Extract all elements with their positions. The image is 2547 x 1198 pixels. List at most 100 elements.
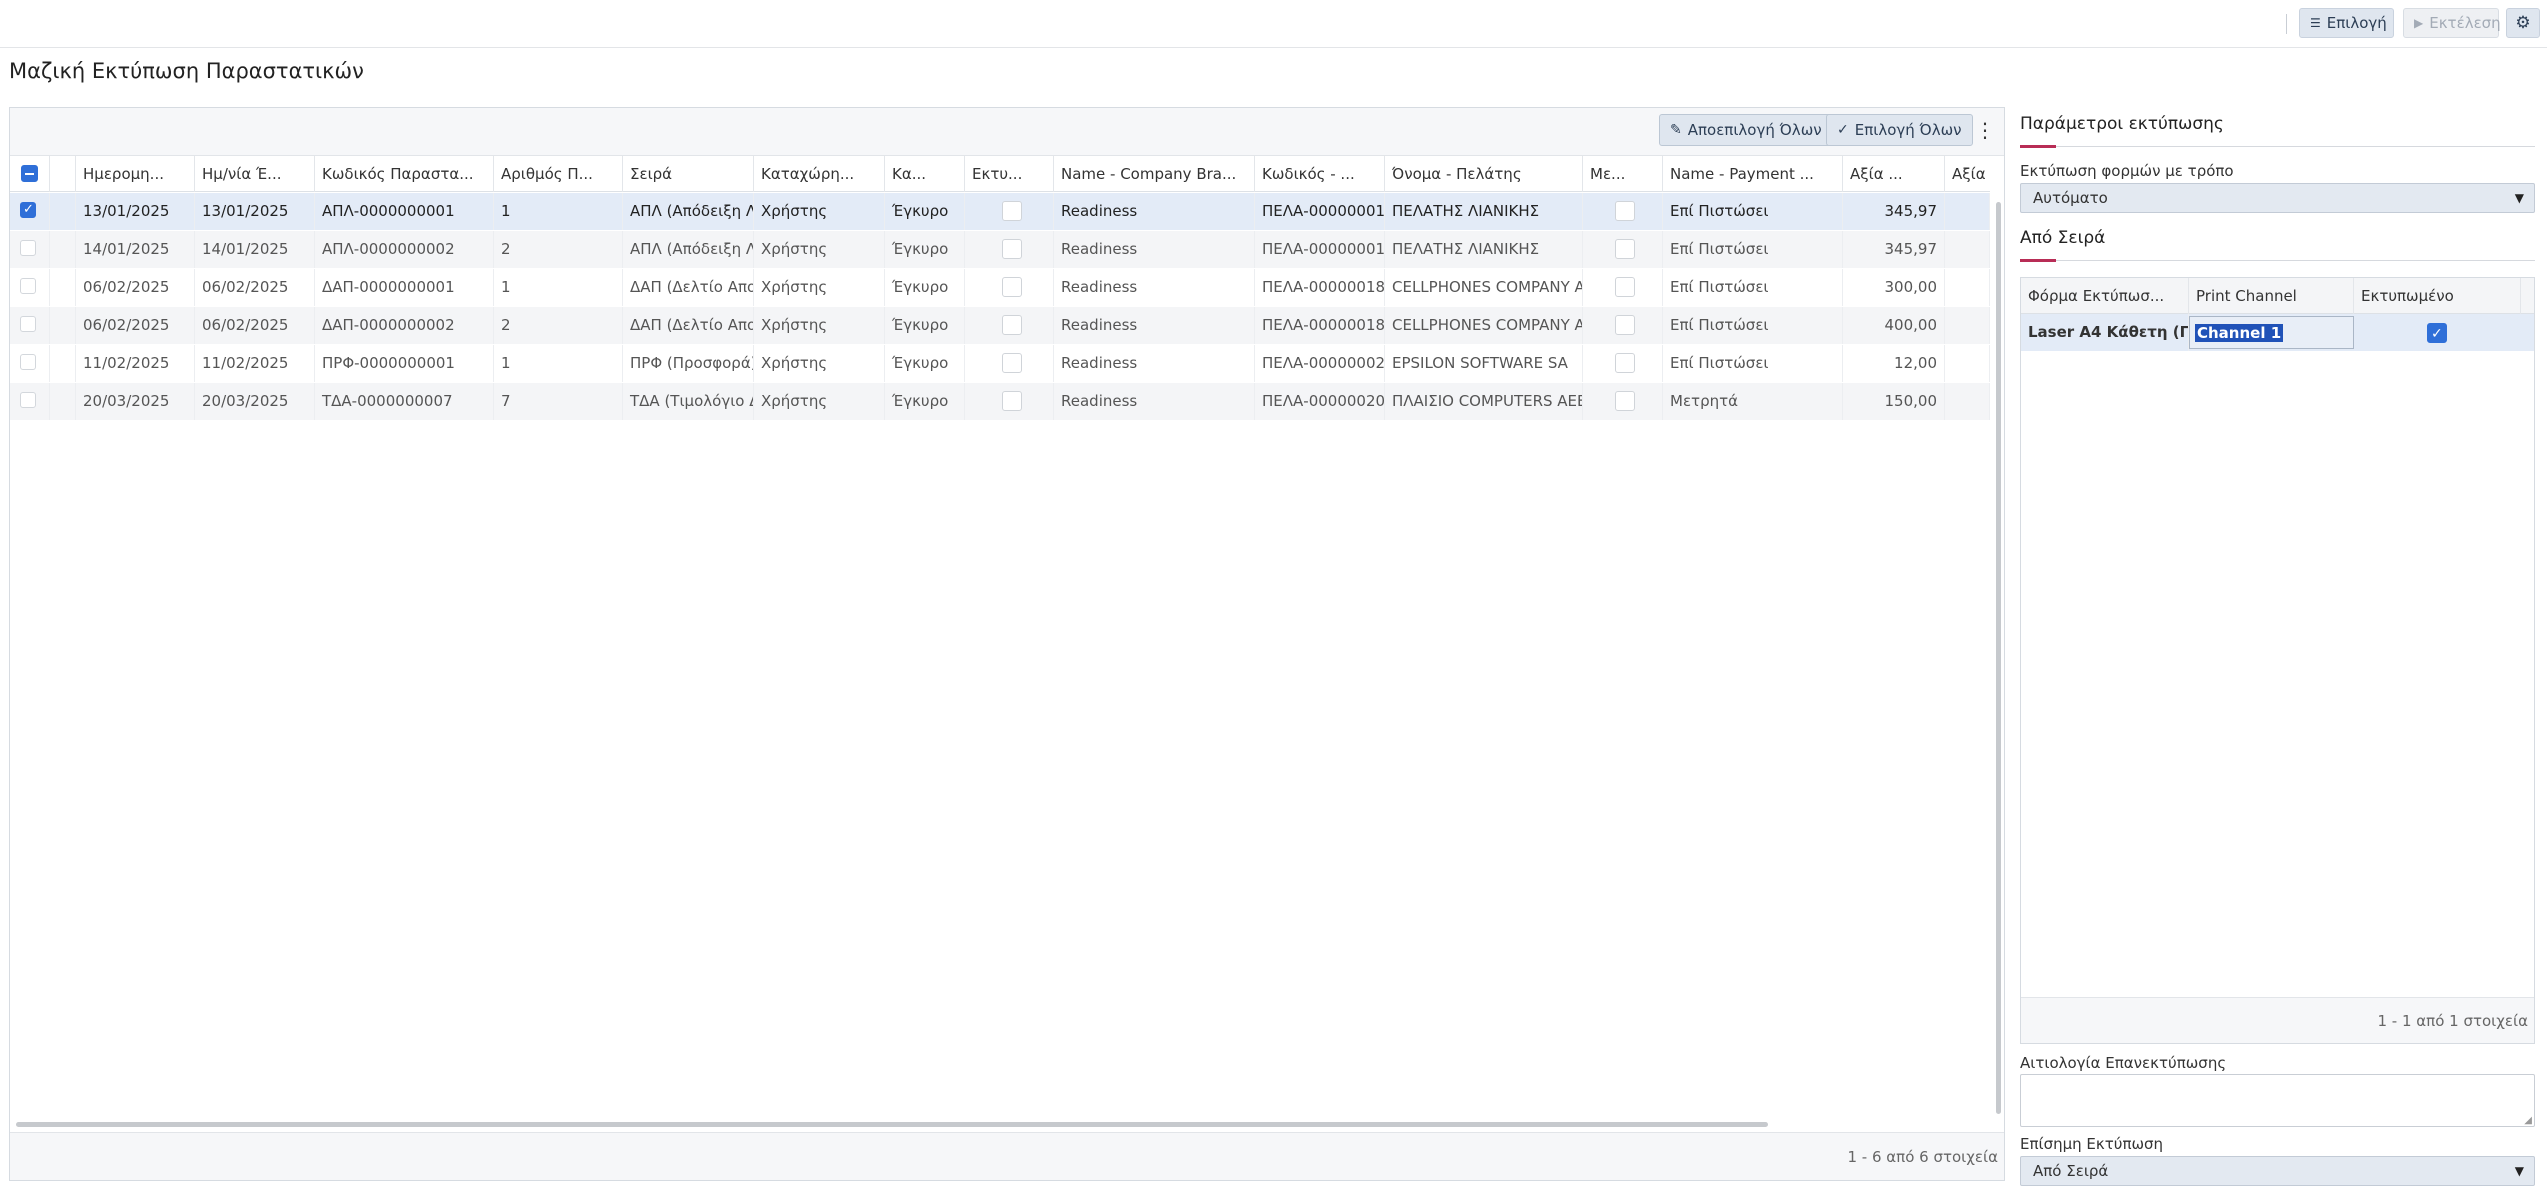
row-select-cell[interactable]: ✓ (10, 193, 50, 230)
brand-cell: Readiness (1054, 231, 1255, 268)
printed-checkbox[interactable]: ✓ (2427, 323, 2447, 343)
bool-checkbox[interactable] (1615, 239, 1635, 259)
row-select-cell[interactable] (10, 307, 50, 344)
column-header[interactable]: Κα... (885, 156, 965, 192)
customer-cell: CELLPHONES COMPANY AE (1385, 269, 1583, 306)
bool-checkbox[interactable] (1615, 353, 1635, 373)
column-header[interactable]: Φόρμα Εκτύπωσ... (2021, 278, 2189, 314)
bool-checkbox[interactable] (1002, 201, 1022, 221)
select-action-button[interactable]: ☰ Επιλογή (2299, 8, 2394, 38)
bool-checkbox[interactable] (1002, 239, 1022, 259)
row-select-cell[interactable] (10, 231, 50, 268)
customer-code-cell: ΠΕΛΑ-00000001 (1255, 193, 1385, 230)
table-row[interactable]: ✓ 13/01/2025 13/01/2025 ΑΠΛ-0000000001 1 ΑΠΛ … (10, 193, 1990, 230)
column-header[interactable]: Καταχώρη... (754, 156, 885, 192)
row-checkbox[interactable] (20, 354, 36, 370)
printed-cell (965, 269, 1054, 306)
select-all-checkbox[interactable] (21, 165, 38, 182)
row-select-cell[interactable] (10, 345, 50, 382)
bool-checkbox[interactable] (1002, 391, 1022, 411)
sub-grid-footer: 1 - 1 από 1 στοιχεία (2021, 997, 2534, 1043)
column-header[interactable]: Name - Company Bra... (1054, 156, 1255, 192)
row-checkbox[interactable] (20, 278, 36, 294)
select-all-button[interactable]: ✓ Επιλογή Όλων (1826, 114, 1973, 146)
horizontal-scrollbar[interactable] (16, 1122, 1768, 1127)
media-cell (1583, 383, 1663, 420)
value-cell: 345,97 (1843, 193, 1945, 230)
bool-checkbox[interactable] (1002, 315, 1022, 335)
table-row[interactable]: 20/03/2025 20/03/2025 ΤΔΑ-0000000007 7 ΤΔΑ (… (10, 383, 1990, 420)
reprint-reason-textarea[interactable]: ◢ (2020, 1074, 2535, 1127)
payment-cell: Επί Πιστώσει (1663, 307, 1843, 344)
row-select-cell[interactable] (10, 383, 50, 420)
column-header[interactable]: Name - Payment ... (1663, 156, 1843, 192)
column-header[interactable]: Ημ/νία Έ... (195, 156, 315, 192)
table-row[interactable]: Laser A4 Κάθετη (Ποσότητα) Channel 1 ✓ (2021, 314, 2534, 351)
print-mode-label: Εκτύπωση φορμών με τρόπο (2020, 162, 2234, 180)
column-header[interactable]: Print Channel (2189, 278, 2354, 314)
table-row[interactable]: 14/01/2025 14/01/2025 ΑΠΛ-0000000002 2 ΑΠΛ (… (10, 231, 1990, 268)
print-mode-select[interactable]: Αυτόματο ▼ (2020, 183, 2535, 213)
run-button[interactable]: ▶ Εκτέλεση (2403, 8, 2501, 38)
series-cell: ΔΑΠ (Δελτίο Αποστολής) (623, 307, 754, 344)
bool-checkbox[interactable] (1615, 391, 1635, 411)
header-select-all-cell[interactable] (10, 156, 50, 192)
column-header[interactable]: Αξία (1945, 156, 1990, 192)
top-toolbar: ☰ Επιλογή ▶ Εκτέλεση ⚙ (0, 0, 2547, 48)
official-print-select[interactable]: Από Σειρά ▼ (2020, 1156, 2535, 1186)
table-row[interactable]: 06/02/2025 06/02/2025 ΔΑΠ-0000000001 1 ΔΑΠ (… (10, 269, 1990, 306)
row-checkbox[interactable]: ✓ (20, 202, 36, 218)
bool-checkbox[interactable] (1002, 353, 1022, 373)
bool-checkbox[interactable] (1615, 277, 1635, 297)
issue-date-cell: 20/03/2025 (195, 383, 315, 420)
column-header[interactable]: Ημερομη... (76, 156, 195, 192)
table-row[interactable]: 06/02/2025 06/02/2025 ΔΑΠ-0000000002 2 ΔΑΠ (… (10, 307, 1990, 344)
customer-cell: ΠΕΛΑΤΗΣ ΛΙΑΝΙΚΗΣ (1385, 231, 1583, 268)
column-header[interactable]: Εκτυπωμένο (2354, 278, 2521, 314)
grid-item-count: 1 - 6 από 6 στοιχεία (1847, 1148, 1998, 1166)
vertical-scrollbar[interactable] (1996, 202, 2001, 1114)
resize-handle-icon[interactable]: ◢ (2524, 1115, 2532, 1126)
gear-icon: ⚙ (2515, 13, 2531, 33)
column-header[interactable]: Όνομα - Πελάτης (1385, 156, 1583, 192)
number-cell: 1 (494, 193, 623, 230)
bool-checkbox[interactable] (1615, 201, 1635, 221)
row-checkbox[interactable] (20, 240, 36, 256)
value-cell: 150,00 (1843, 383, 1945, 420)
issue-date-cell: 11/02/2025 (195, 345, 315, 382)
more-options-icon[interactable]: ⋮ (1975, 114, 1995, 146)
issue-date-cell: 13/01/2025 (195, 193, 315, 230)
grid-footer: 1 - 6 από 6 στοιχεία (10, 1132, 2004, 1180)
number-cell: 1 (494, 269, 623, 306)
deselect-all-button[interactable]: ✎ Αποεπιλογή Όλων (1659, 114, 1833, 146)
bool-checkbox[interactable] (1615, 315, 1635, 335)
print-channel-editor[interactable]: Channel 1 (2189, 316, 2354, 349)
column-header[interactable]: Σειρά (623, 156, 754, 192)
issue-date-cell: 14/01/2025 (195, 231, 315, 268)
row-select-cell[interactable] (10, 269, 50, 306)
column-header[interactable]: Εκτυ... (965, 156, 1054, 192)
row-checkbox[interactable] (20, 316, 36, 332)
date-cell: 14/01/2025 (76, 231, 195, 268)
column-header[interactable]: Με... (1583, 156, 1663, 192)
sub-grid-header: Φόρμα Εκτύπωσ... Print Channel Εκτυπωμέν… (2021, 278, 2534, 314)
media-cell (1583, 345, 1663, 382)
settings-button[interactable]: ⚙ (2506, 8, 2540, 38)
page-title: Μαζική Εκτύπωση Παραστατικών (9, 59, 364, 83)
check-icon: ✓ (1837, 122, 1849, 138)
grid-body: ✓ 13/01/2025 13/01/2025 ΑΠΛ-0000000001 1 ΑΠΛ … (10, 193, 1990, 1093)
column-header[interactable]: Αξία ... (1843, 156, 1945, 192)
extra-cell (1945, 345, 1990, 382)
minus-icon (25, 173, 34, 175)
column-header[interactable]: Κωδικός - ... (1255, 156, 1385, 192)
column-header[interactable]: Κωδικός Παραστα... (315, 156, 494, 192)
bool-checkbox[interactable] (1002, 277, 1022, 297)
status-cell: Έγκυρο (885, 307, 965, 344)
extra-cell (1945, 269, 1990, 306)
value-cell: 12,00 (1843, 345, 1945, 382)
column-header[interactable]: Αριθμός Π... (494, 156, 623, 192)
status-cell: Έγκυρο (885, 231, 965, 268)
customer-code-cell: ΠΕΛΑ-00000020 (1255, 383, 1385, 420)
table-row[interactable]: 11/02/2025 11/02/2025 ΠΡΦ-0000000001 1 ΠΡΦ (… (10, 345, 1990, 382)
row-checkbox[interactable] (20, 392, 36, 408)
